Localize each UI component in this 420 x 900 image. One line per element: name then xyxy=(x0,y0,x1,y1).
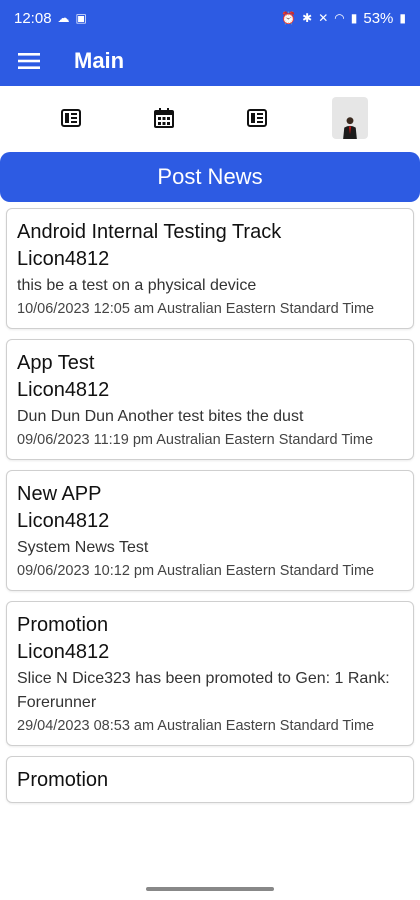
calendar-button[interactable] xyxy=(142,96,186,140)
news-button[interactable] xyxy=(49,96,93,140)
menu-button[interactable] xyxy=(0,36,58,86)
news-author: Licon4812 xyxy=(17,510,110,532)
status-time: 12:08 xyxy=(14,9,52,27)
news-alt-button[interactable] xyxy=(235,96,279,140)
mute-icon: ✕ xyxy=(318,11,329,25)
profile-button[interactable] xyxy=(328,96,372,140)
news-body: System News Test xyxy=(17,539,149,556)
news-body: Slice N Dice323 has been promoted to Gen… xyxy=(17,670,390,711)
news-card[interactable]: App Test Licon4812 Dun Dun Dun Another t… xyxy=(6,339,414,460)
news-icon xyxy=(60,109,81,127)
news-author: Licon4812 xyxy=(17,641,110,663)
news-date: 10/06/2023 12:05 am Australian Eastern S… xyxy=(17,301,375,317)
news-card[interactable]: Promotion Licon4812 Slice N Dice323 has … xyxy=(6,601,414,746)
toolbar xyxy=(0,86,420,150)
news-author: Licon4812 xyxy=(17,379,110,401)
news-title: New APP xyxy=(17,483,102,505)
status-bar-left: 12:08 ☁ ▣ xyxy=(14,10,87,27)
news-list[interactable]: Android Internal Testing Track Licon4812… xyxy=(0,206,420,886)
page-title: Main xyxy=(74,48,125,73)
cloud-icon: ☁ xyxy=(57,11,70,25)
news-date: 09/06/2023 10:12 pm Australian Eastern S… xyxy=(17,563,375,579)
calendar-icon xyxy=(153,108,174,128)
post-news-button[interactable]: Post News xyxy=(0,152,420,202)
news-card[interactable]: New APP Licon4812 System News Test 09/06… xyxy=(6,470,414,591)
wifi-icon: ◠ xyxy=(334,11,345,25)
news-title: Promotion xyxy=(17,769,109,791)
battery-level: 53% xyxy=(363,9,394,27)
bluetooth-icon: ✱ xyxy=(302,11,313,25)
person-icon xyxy=(342,117,357,139)
status-bar-right: ⏰ ✱ ✕ ◠ ▮ 53% ▮ xyxy=(281,10,406,27)
home-indicator[interactable] xyxy=(146,887,274,891)
hamburger-icon xyxy=(18,53,40,69)
news-body: Dun Dun Dun Another test bites the dust xyxy=(17,408,304,425)
news-title: Promotion xyxy=(17,614,109,636)
avatar xyxy=(331,97,368,139)
app-bar: Main xyxy=(0,36,420,86)
news-date: 29/04/2023 08:53 am Australian Eastern S… xyxy=(17,718,375,734)
news-card[interactable]: Promotion xyxy=(6,756,414,803)
news-title: App Test xyxy=(17,352,95,374)
signal-icon: ▮ xyxy=(350,11,358,25)
news-title: Android Internal Testing Track xyxy=(17,221,282,243)
battery-icon: ▮ xyxy=(399,11,406,25)
screen-icon: ▣ xyxy=(75,11,87,25)
alarm-icon: ⏰ xyxy=(281,11,297,25)
news-date: 09/06/2023 11:19 pm Australian Eastern S… xyxy=(17,432,374,448)
status-bar: 12:08 ☁ ▣ ⏰ ✱ ✕ ◠ ▮ 53% ▮ xyxy=(0,0,420,36)
news-card[interactable]: Android Internal Testing Track Licon4812… xyxy=(6,208,414,329)
news-body: this be a test on a physical device xyxy=(17,277,257,294)
news-alt-icon xyxy=(246,109,267,127)
news-author: Licon4812 xyxy=(17,248,110,270)
